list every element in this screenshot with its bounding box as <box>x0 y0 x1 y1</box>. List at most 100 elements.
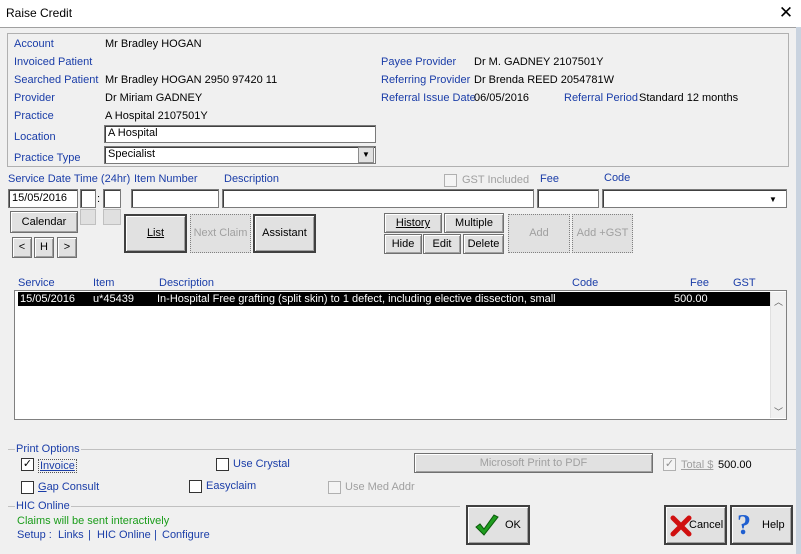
hic-separator-1: | <box>88 529 91 541</box>
scroll-up-icon[interactable]: ︿ <box>774 295 783 308</box>
hic-status-text: Claims will be sent interactively <box>17 515 170 527</box>
next-claim-button[interactable]: Next Claim <box>190 214 251 253</box>
window-edge <box>796 27 801 554</box>
hic-online-link[interactable]: HIC Online <box>97 529 151 541</box>
scroll-down-icon[interactable]: ﹀ <box>774 405 783 418</box>
service-date-value: 15/05/2016 <box>12 192 68 204</box>
use-med-addr-checkbox[interactable] <box>328 481 341 494</box>
practice-value: A Hospital 2107501Y <box>105 110 208 122</box>
add-gst-button[interactable]: Add +GST <box>572 214 633 253</box>
item-number-field[interactable] <box>131 189 219 208</box>
next-day-button[interactable]: > <box>57 237 77 258</box>
code-label: Code <box>604 172 631 184</box>
location-value: A Hospital <box>108 127 158 139</box>
chevron-down-icon[interactable]: ▼ <box>358 147 374 163</box>
total-checkbox[interactable]: ✓ <box>663 458 676 471</box>
total-value: 500.00 <box>718 459 752 471</box>
delete-button[interactable]: Delete <box>463 234 504 254</box>
referral-issue-date-label: Referral Issue Date <box>381 92 476 104</box>
calendar-button[interactable]: Calendar <box>10 211 78 233</box>
help-button[interactable]: ? Help <box>730 505 793 545</box>
title-bar <box>0 0 801 27</box>
provider-label: Provider <box>14 92 55 104</box>
col-code: Code <box>572 277 599 289</box>
hic-separator-2: | <box>154 529 157 541</box>
hide-button[interactable]: Hide <box>384 234 422 254</box>
hour-field[interactable] <box>80 189 96 208</box>
history-button[interactable]: History <box>384 213 442 233</box>
payee-provider-label: Payee Provider <box>381 56 457 68</box>
practice-type-value: Specialist <box>108 148 156 160</box>
row-description: In-Hospital Free grafting (split skin) t… <box>157 293 556 305</box>
hour-spinner[interactable] <box>80 209 96 225</box>
invoice-label: Invoice <box>38 459 77 473</box>
referral-period-label: Referral Period <box>564 92 638 104</box>
fee-label: Fee <box>540 173 559 185</box>
col-item: Item <box>93 277 115 289</box>
window-title: Raise Credit <box>6 6 73 20</box>
gap-consult-checkbox[interactable] <box>21 481 34 494</box>
searched-patient-value: Mr Bradley HOGAN 2950 97420 11 <box>105 74 278 86</box>
row-service: 15/05/2016 <box>20 293 76 305</box>
hic-online-label: HIC Online <box>15 500 71 512</box>
close-icon[interactable]: ✕ <box>776 3 796 23</box>
minute-spinner[interactable] <box>103 209 121 225</box>
table-row[interactable]: 15/05/2016 u*45439 In-Hospital Free graf… <box>18 292 770 306</box>
title-divider <box>0 27 796 28</box>
use-med-addr-label: Use Med Addr <box>345 481 415 493</box>
minute-field[interactable] <box>103 189 121 208</box>
account-label: Account <box>14 38 54 50</box>
gap-consult-label: Gap Consult <box>38 481 100 493</box>
configure-link[interactable]: Configure <box>162 529 210 541</box>
service-date-field[interactable]: 15/05/2016 <box>8 189 78 208</box>
history-button-label: History <box>395 217 431 229</box>
easyclaim-checkbox[interactable] <box>189 480 202 493</box>
printer-button[interactable]: Microsoft Print to PDF <box>414 453 653 473</box>
list-scrollbar[interactable] <box>770 292 786 418</box>
referral-issue-date-value: 06/05/2016 <box>474 92 530 104</box>
referring-provider-value: Dr Brenda REED 2054781W <box>474 74 615 86</box>
description-field[interactable] <box>222 189 534 208</box>
print-options-label: Print Options <box>15 443 81 455</box>
list-button-label: List <box>146 227 165 239</box>
ok-label: OK <box>505 519 521 531</box>
checkmark-icon <box>475 514 499 536</box>
today-button[interactable]: H <box>34 237 54 258</box>
code-select[interactable] <box>602 189 787 208</box>
location-field[interactable]: A Hospital <box>104 125 376 143</box>
print-options-divider <box>8 449 796 450</box>
total-label: Total $ <box>681 459 714 471</box>
service-date-label: Service Date Time (24hr) <box>8 173 131 185</box>
practice-type-select[interactable]: Specialist <box>104 146 376 164</box>
referral-period-value: Standard 12 months <box>639 92 739 104</box>
practice-type-label: Practice Type <box>14 152 81 164</box>
referring-provider-label: Referring Provider <box>381 74 471 86</box>
easyclaim-label: Easyclaim <box>206 480 257 492</box>
invoiced-patient-label: Invoiced Patient <box>14 56 93 68</box>
use-crystal-checkbox[interactable] <box>216 458 229 471</box>
assistant-button[interactable]: Assistant <box>253 214 316 253</box>
invoice-checkbox[interactable]: ✓ <box>21 458 34 471</box>
add-button[interactable]: Add <box>508 214 570 253</box>
links-link[interactable]: Links <box>58 529 84 541</box>
location-label: Location <box>14 131 56 143</box>
row-fee: 500.00 <box>674 293 708 305</box>
cancel-button[interactable]: Cancel <box>664 505 727 545</box>
provider-value: Dr Miriam GADNEY <box>105 92 203 104</box>
practice-label: Practice <box>14 110 54 122</box>
col-gst: GST <box>733 277 756 289</box>
edit-button[interactable]: Edit <box>423 234 461 254</box>
list-button[interactable]: List <box>124 214 187 253</box>
service-list[interactable] <box>14 290 787 420</box>
searched-patient-label: Searched Patient <box>14 74 99 86</box>
gst-included-checkbox[interactable] <box>444 174 457 187</box>
multiple-button[interactable]: Multiple <box>444 213 504 233</box>
time-separator: : <box>97 193 101 205</box>
item-number-label: Item Number <box>134 173 198 185</box>
payee-provider-value: Dr M. GADNEY 2107501Y <box>474 56 604 68</box>
previous-day-button[interactable]: < <box>12 237 32 258</box>
fee-field[interactable] <box>537 189 599 208</box>
description-label: Description <box>224 173 280 185</box>
code-chevron-down-icon[interactable]: ▼ <box>769 195 777 204</box>
ok-button[interactable]: OK <box>466 505 530 545</box>
